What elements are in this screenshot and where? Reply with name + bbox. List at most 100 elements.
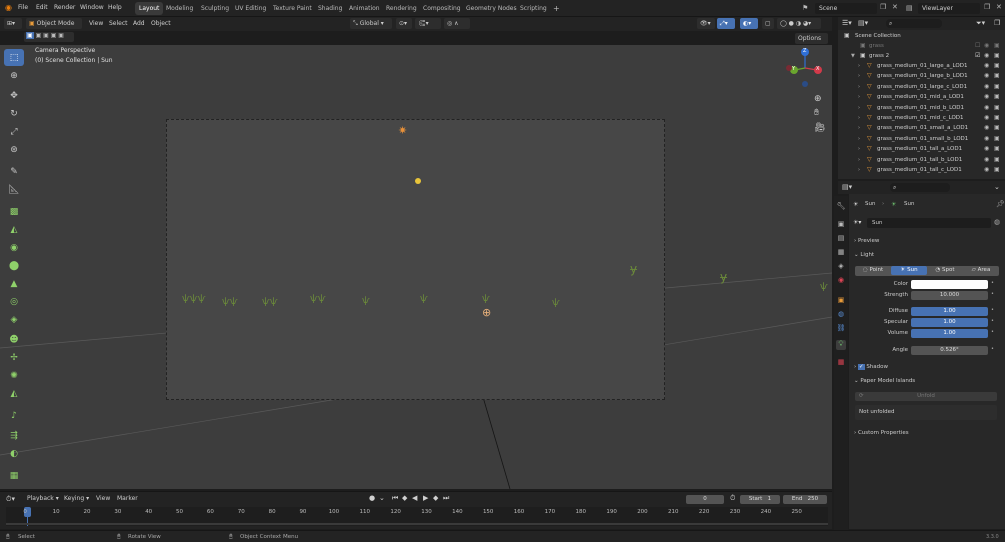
- constraints-tab-icon[interactable]: ⛓︎: [836, 324, 846, 334]
- tab-shading[interactable]: Shading: [314, 2, 346, 15]
- current-frame-field[interactable]: 0: [686, 495, 724, 504]
- visibility-eye-icon[interactable]: ◉: [984, 123, 989, 133]
- pin-icon[interactable]: 📌︎: [996, 200, 1005, 208]
- expand-arrow-icon[interactable]: ›: [858, 103, 860, 113]
- grass-object[interactable]: ɏ: [720, 270, 727, 284]
- menu-file[interactable]: File: [18, 4, 28, 11]
- record-keyframe-icon[interactable]: ●: [369, 494, 375, 502]
- outliner-object-row[interactable]: › ▽ grass_medium_01_large_c_LOD1 ◉ ▣: [838, 82, 1005, 92]
- jump-end-icon[interactable]: ⏭︎: [443, 494, 449, 503]
- visibility-eye-icon[interactable]: ◉: [984, 165, 989, 175]
- expand-arrow-icon[interactable]: ›: [858, 82, 860, 92]
- cursor-tool-icon[interactable]: ⊕: [4, 67, 24, 84]
- preview-range-icon[interactable]: ⏱: [730, 494, 735, 503]
- proportional-editing-icon[interactable]: ◎ ∧: [444, 18, 470, 29]
- shadow-panel-header[interactable]: › ✓ Shadow: [854, 364, 888, 370]
- add-monkey-tool-icon[interactable]: ☻: [4, 331, 24, 348]
- scene-icon[interactable]: ⚑: [802, 4, 808, 12]
- add-image-tool-icon[interactable]: ▦: [4, 467, 24, 484]
- vp-menu-view[interactable]: View: [89, 20, 103, 27]
- render-camera-icon[interactable]: ▣: [994, 92, 1000, 102]
- render-camera-icon[interactable]: ▣: [994, 82, 1000, 92]
- view-layer-tab-icon[interactable]: ▦: [836, 248, 846, 258]
- render-tab-icon[interactable]: ▣: [836, 220, 846, 230]
- render-camera-icon[interactable]: ▣: [994, 51, 1000, 61]
- outliner-object-row[interactable]: › ▽ grass_medium_01_tall_b_LOD1 ◉ ▣: [838, 155, 1005, 165]
- add-grid-tool-icon[interactable]: ◈: [4, 311, 24, 328]
- expand-arrow-icon[interactable]: ›: [858, 113, 860, 123]
- annotate-tool-icon[interactable]: ✎: [4, 163, 24, 180]
- timeline-menu-playback[interactable]: Playback ▾: [27, 495, 59, 502]
- visibility-eye-icon[interactable]: ◉: [984, 41, 989, 51]
- outliner-object-row[interactable]: › ▽ grass_medium_01_large_a_LOD1 ◉ ▣: [838, 61, 1005, 71]
- tab-animation[interactable]: Animation: [345, 2, 384, 15]
- tab-texture-paint[interactable]: Texture Paint: [269, 2, 316, 15]
- light-panel-header[interactable]: ⌄ Light: [854, 252, 874, 258]
- render-camera-icon[interactable]: ▣: [994, 134, 1000, 144]
- timeline-menu-marker[interactable]: Marker: [117, 495, 138, 502]
- 3d-cursor-icon[interactable]: ⊕: [482, 306, 491, 319]
- menu-window[interactable]: Window: [80, 4, 104, 11]
- expand-arrow-icon[interactable]: ›: [858, 165, 860, 175]
- outliner-object-row[interactable]: › ▽ grass_medium_01_mid_c_LOD1 ◉ ▣: [838, 113, 1005, 123]
- select-box-tool-icon[interactable]: ⬚: [4, 49, 24, 66]
- tool-tab-icon[interactable]: 🔧︎: [836, 202, 846, 212]
- outliner-editor-type-icon[interactable]: ☰▾: [842, 19, 852, 27]
- keyframe-dot-icon[interactable]: •: [991, 280, 994, 286]
- timeline-menu-view[interactable]: View: [96, 495, 110, 502]
- menu-help[interactable]: Help: [108, 4, 122, 11]
- outliner-object-row[interactable]: › ▽ grass_medium_01_large_b_LOD1 ◉ ▣: [838, 71, 1005, 81]
- outliner-search-input[interactable]: ⌕: [886, 19, 942, 28]
- sun-light-icon[interactable]: ✷: [398, 124, 407, 137]
- outliner-object-row[interactable]: › ▽ grass_medium_01_small_a_LOD1 ◉ ▣: [838, 123, 1005, 133]
- fake-user-icon[interactable]: ◍: [994, 218, 1000, 226]
- add-light-tool-icon[interactable]: ✺: [4, 367, 24, 384]
- start-frame-field[interactable]: Start 1: [740, 495, 780, 504]
- scale-tool-icon[interactable]: ⤢: [4, 123, 24, 140]
- view-layer-icon[interactable]: ▤: [906, 4, 913, 12]
- visibility-eye-icon[interactable]: ◉: [984, 113, 989, 123]
- outliner-collection-row[interactable]: ▣ grass ☐ ◉ ▣: [838, 41, 1005, 51]
- add-torus-tool-icon[interactable]: ◎: [4, 293, 24, 310]
- properties-search-input[interactable]: ⌕: [890, 183, 950, 192]
- auto-keying-options-icon[interactable]: ⌄: [379, 494, 385, 502]
- render-camera-icon[interactable]: ▣: [994, 103, 1000, 113]
- overlay-toggle-icon[interactable]: ◐▾: [740, 18, 758, 29]
- volume-slider[interactable]: 1.00: [911, 329, 988, 338]
- preview-panel-header[interactable]: › Preview: [854, 238, 879, 244]
- add-cone-tool-icon[interactable]: ◭: [4, 221, 24, 238]
- grass-object[interactable]: ѱѱ: [222, 297, 238, 307]
- options-button[interactable]: Options ▾: [795, 33, 828, 53]
- jump-next-keyframe-icon[interactable]: ◆: [433, 494, 438, 502]
- world-tab-icon[interactable]: ◉: [836, 276, 846, 286]
- new-collection-icon[interactable]: ❐: [994, 19, 1000, 27]
- keyframe-dot-icon[interactable]: •: [991, 346, 994, 352]
- add-uv-sphere-tool-icon[interactable]: ⬤: [4, 257, 24, 274]
- tab-modeling[interactable]: Modeling: [162, 2, 197, 15]
- filter-icon[interactable]: ⏷▾: [976, 19, 985, 28]
- tab-sculpting[interactable]: Sculpting: [197, 2, 233, 15]
- tab-uv-editing[interactable]: UV Editing: [231, 2, 270, 15]
- tab-scripting[interactable]: Scripting: [516, 2, 551, 15]
- custom-properties-panel-header[interactable]: › Custom Properties: [854, 430, 909, 436]
- scene-tab-icon[interactable]: ◈: [836, 262, 846, 272]
- shading-modes[interactable]: ◯ ● ◑ ◕▾: [777, 18, 821, 29]
- scene-field[interactable]: Scene: [815, 3, 877, 14]
- outliner-object-row[interactable]: › ▽ grass_medium_01_small_b_LOD1 ◉ ▣: [838, 134, 1005, 144]
- delete-scene-icon[interactable]: ✕: [892, 3, 898, 11]
- visibility-eye-icon[interactable]: ◉: [984, 71, 989, 81]
- pan-hand-icon[interactable]: ✋︎: [814, 108, 819, 118]
- color-swatch[interactable]: [911, 280, 988, 289]
- expand-arrow-icon[interactable]: ›: [858, 155, 860, 165]
- mode-dropdown[interactable]: ▣ Object Mode ▾: [26, 18, 82, 38]
- select-new-icon[interactable]: ▣: [26, 32, 34, 39]
- expand-arrow-icon[interactable]: ›: [858, 71, 860, 81]
- add-speaker-tool-icon[interactable]: ♪: [4, 407, 24, 424]
- specular-slider[interactable]: 1.00: [911, 318, 988, 327]
- angle-field[interactable]: 0.526°: [911, 346, 988, 355]
- render-camera-icon[interactable]: ▣: [994, 165, 1000, 175]
- measure-tool-icon[interactable]: 📐︎: [4, 181, 24, 198]
- outliner-scene-collection-row[interactable]: ▣ Scene Collection: [838, 31, 1005, 41]
- datablock-name-field[interactable]: Sun: [867, 218, 991, 228]
- visibility-icon[interactable]: 👁︎▾: [697, 18, 715, 29]
